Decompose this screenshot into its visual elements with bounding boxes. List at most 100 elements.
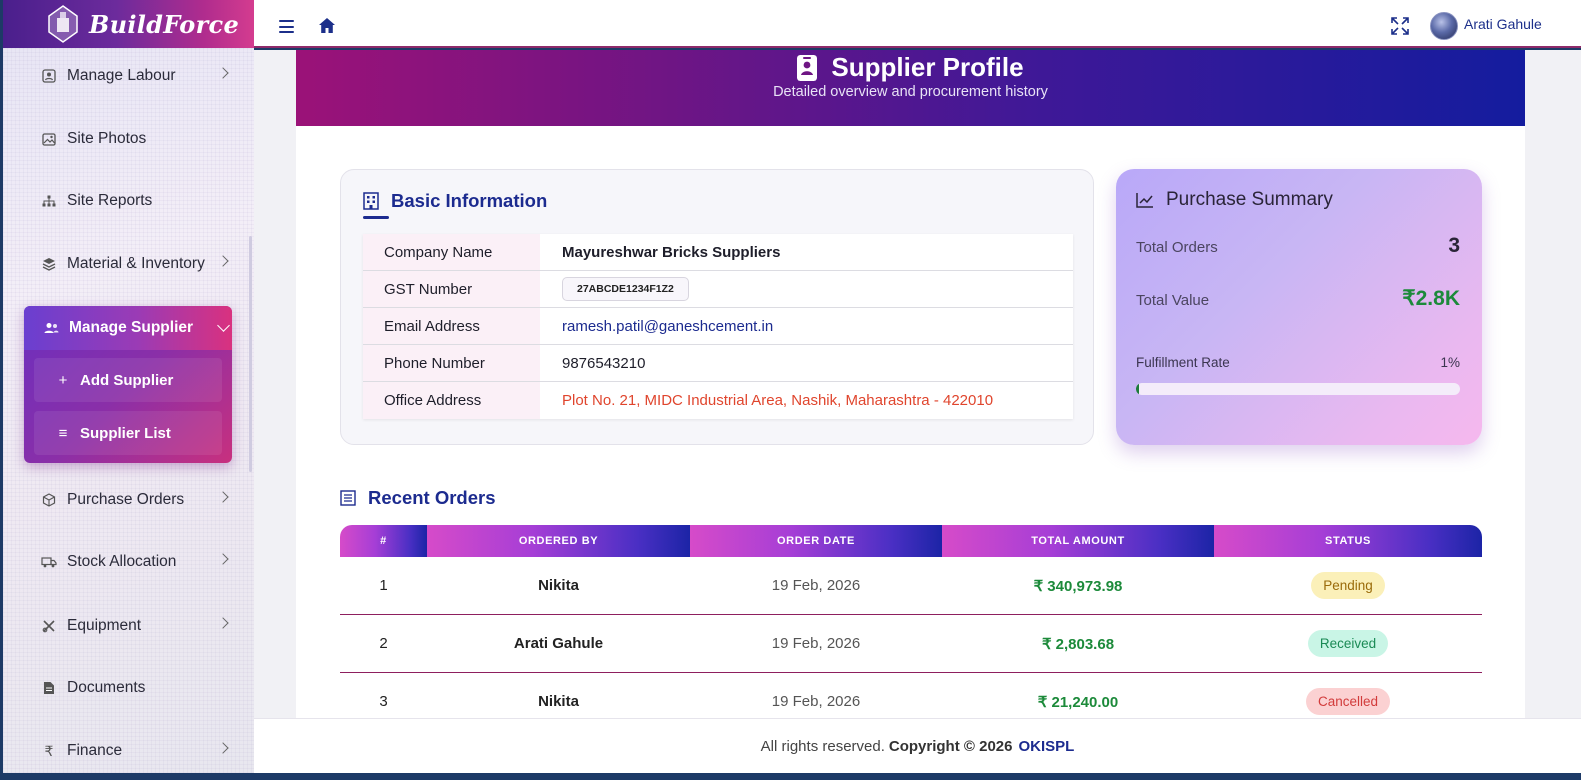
orders-table-header: # ORDERED BY ORDER DATE TOTAL AMOUNT STA… (340, 525, 1482, 557)
order-amount: ₹ 21,240.00 (1037, 693, 1119, 711)
info-row-gst: GST Number 27ABCDE1234F1Z2 (363, 271, 1073, 308)
column-header: TOTAL AMOUNT (942, 525, 1214, 557)
chevron-right-icon (217, 617, 229, 629)
order-amount: ₹ 340,973.98 (1033, 577, 1123, 595)
title-underline (363, 216, 389, 219)
table-row[interactable]: 3 Nikita 19 Feb, 2026 ₹ 21,240.00 Cancel… (340, 673, 1482, 718)
layers-icon (41, 256, 57, 272)
orders-table: # ORDERED BY ORDER DATE TOTAL AMOUNT STA… (340, 525, 1482, 718)
chevron-right-icon (217, 255, 229, 267)
sidebar-item-label: Stock Allocation (67, 553, 177, 570)
sidebar-subitem-supplier-list[interactable]: ≡ Supplier List (34, 411, 222, 455)
ordered-by: Nikita (538, 693, 579, 710)
sidebar-item-label: Equipment (67, 617, 142, 634)
building-icon (363, 192, 379, 210)
list-icon: ≡ (58, 424, 68, 442)
order-date: 19 Feb, 2026 (771, 577, 861, 594)
sidebar-item-material-inventory[interactable]: Material & Inventory (3, 244, 243, 284)
info-key: Company Name (363, 234, 540, 270)
sidebar-group-manage-supplier: Manage Supplier + Add Supplier ≡ Supplie… (24, 306, 232, 463)
brand-name: BuildForce (89, 9, 240, 39)
footer-copyright: Copyright © 2026 (888, 737, 1013, 755)
page-title-text: Supplier Profile (831, 52, 1024, 82)
status-badge: Received (1307, 630, 1389, 657)
sidebar-scrollbar[interactable] (249, 236, 252, 472)
footer: All rights reserved. Copyright © 2026 OK… (254, 718, 1581, 773)
basic-info-title-text: Basic Information (391, 190, 548, 211)
sidebar-subitem-add-supplier[interactable]: + Add Supplier (34, 358, 222, 402)
order-date: 19 Feb, 2026 (771, 693, 861, 710)
ordered-by: Nikita (538, 577, 579, 594)
fullscreen-icon[interactable] (1390, 16, 1410, 36)
box-icon (41, 492, 57, 508)
fulfillment-percent: 1% (1440, 355, 1460, 370)
recent-orders-title: Recent Orders (340, 487, 496, 509)
rupee-icon: ₹ (44, 742, 54, 759)
sidebar-item-site-photos[interactable]: Site Photos (3, 119, 243, 159)
menu-toggle-icon[interactable] (279, 20, 294, 33)
topbar: Arati Gahule (254, 0, 1581, 48)
email-link[interactable]: ramesh.patil@ganeshcement.in (540, 318, 773, 335)
fulfillment-progress-fill (1136, 383, 1140, 395)
order-amount: ₹ 2,803.68 (1041, 635, 1115, 653)
sidebar-item-label: Finance (67, 742, 123, 759)
chevron-right-icon (217, 67, 229, 79)
order-number: 3 (379, 693, 388, 710)
column-header: STATUS (1214, 525, 1482, 557)
column-header: # (340, 525, 427, 557)
table-row[interactable]: 1 Nikita 19 Feb, 2026 ₹ 340,973.98 Pendi… (340, 557, 1482, 615)
file-icon (41, 680, 57, 696)
chevron-down-icon (217, 319, 230, 332)
sidebar-item-site-reports[interactable]: Site Reports (3, 181, 243, 221)
status-cell: Received (1214, 630, 1482, 657)
user-name[interactable]: Arati Gahule (1464, 16, 1542, 32)
sidebar-item-label: Manage Labour (67, 67, 176, 84)
order-date: 19 Feb, 2026 (771, 635, 861, 652)
info-row-company: Company Name Mayureshwar Bricks Supplier… (363, 234, 1073, 271)
chevron-right-icon (217, 742, 229, 754)
brand-header[interactable]: BuildForce (3, 0, 254, 48)
info-row-address: Office Address Plot No. 21, MIDC Industr… (363, 382, 1073, 419)
company-name-value: Mayureshwar Bricks Suppliers (562, 243, 781, 261)
sidebar-item-manage-labour[interactable]: Manage Labour (3, 56, 243, 96)
info-row-email: Email Address ramesh.patil@ganeshcement.… (363, 308, 1073, 345)
table-row[interactable]: 2 Arati Gahule 19 Feb, 2026 ₹ 2,803.68 R… (340, 615, 1482, 673)
sidebar-item-finance[interactable]: ₹ Finance (3, 731, 243, 771)
status-cell: Cancelled (1214, 688, 1482, 715)
chevron-right-icon (217, 491, 229, 503)
purchase-summary-panel: Purchase Summary Total Orders 3 Total Va… (1116, 169, 1482, 445)
gst-badge: 27ABCDE1234F1Z2 (562, 277, 689, 301)
footer-company-link[interactable]: OKISPL (1018, 738, 1074, 755)
home-icon[interactable] (318, 17, 336, 34)
sidebar-item-label: Site Photos (67, 130, 147, 147)
info-key: Phone Number (363, 345, 540, 381)
info-key: GST Number (363, 271, 540, 307)
sidebar: BuildForce Manage Labour Site Photos Sit… (3, 0, 254, 773)
image-icon (41, 131, 57, 147)
column-header: ORDER DATE (690, 525, 942, 557)
sidebar-item-documents[interactable]: Documents (3, 668, 243, 708)
sitemap-icon (41, 193, 57, 209)
total-orders-value: 3 (1448, 234, 1460, 257)
sidebar-item-label: Documents (67, 679, 146, 696)
status-cell: Pending (1214, 572, 1482, 599)
plus-icon: + (58, 371, 68, 389)
avatar[interactable] (1430, 12, 1458, 40)
sidebar-item-manage-supplier[interactable]: Manage Supplier (24, 306, 232, 350)
sidebar-item-label: Manage Supplier (69, 319, 194, 336)
sidebar-item-purchase-orders[interactable]: Purchase Orders (3, 480, 243, 520)
sidebar-item-stock-allocation[interactable]: Stock Allocation (3, 542, 243, 582)
recent-orders-title-text: Recent Orders (368, 487, 496, 508)
sidebar-item-equipment[interactable]: Equipment (3, 606, 243, 646)
truck-icon (41, 554, 57, 570)
gst-value-cell: 27ABCDE1234F1Z2 (540, 277, 689, 301)
sidebar-item-label: Purchase Orders (67, 491, 185, 508)
fulfillment-progress-bar (1136, 383, 1460, 395)
order-number: 1 (379, 577, 388, 594)
status-badge: Pending (1311, 572, 1385, 599)
ordered-by: Arati Gahule (513, 635, 604, 652)
column-header: ORDERED BY (427, 525, 690, 557)
list-alt-icon (340, 490, 356, 506)
sidebar-subitem-label: Add Supplier (80, 371, 174, 389)
basic-info-panel: Basic Information Company Name Mayureshw… (340, 169, 1094, 445)
